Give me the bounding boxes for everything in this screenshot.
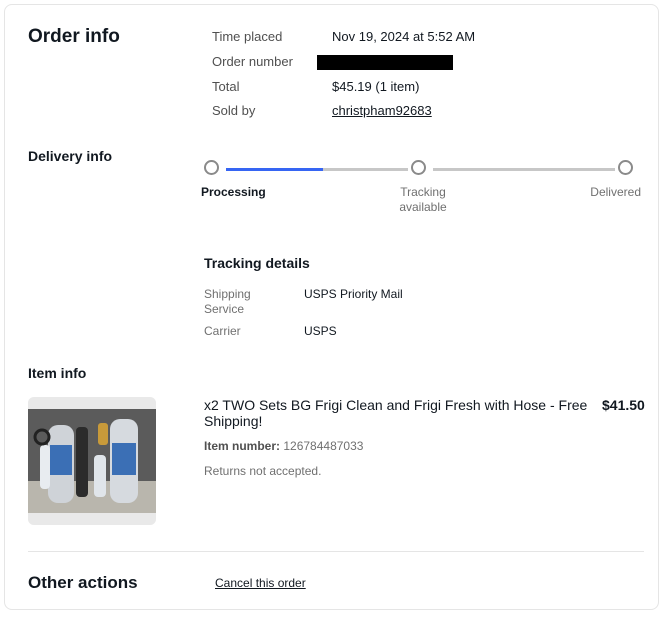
shipping-service-label: Shipping Service	[204, 287, 251, 316]
total-label: Total	[212, 79, 240, 94]
progress-fill	[226, 168, 323, 171]
step-dot-processing	[204, 160, 219, 175]
sold-by-label: Sold by	[212, 103, 256, 118]
cancel-order-link[interactable]: Cancel this order	[215, 576, 306, 590]
order-details-card: Order info Time placed Nov 19, 2024 at 5…	[4, 4, 659, 610]
step-label-tracking: Tracking available	[399, 185, 447, 214]
section-divider	[28, 551, 644, 552]
tracking-details-title: Tracking details	[204, 255, 310, 271]
product-photo	[28, 397, 156, 525]
order-number-redacted	[317, 55, 453, 70]
carrier-value: USPS	[304, 324, 337, 338]
item-thumbnail[interactable]	[28, 397, 156, 525]
delivery-info-heading: Delivery info	[28, 148, 113, 164]
step-label-processing: Processing	[201, 185, 266, 199]
item-number: Item number: 126784487033	[204, 439, 363, 453]
shipping-service-value: USPS Priority Mail	[304, 287, 403, 301]
other-actions-heading: Other actions	[28, 573, 138, 592]
time-placed-label: Time placed	[212, 29, 283, 44]
item-info-heading: Item info	[28, 365, 87, 381]
item-number-value: 126784487033	[283, 439, 364, 453]
time-placed-value: Nov 19, 2024 at 5:52 AM	[332, 29, 476, 44]
item-price: $41.50	[602, 397, 645, 413]
item-title[interactable]: x2 TWO Sets BG Frigi Clean and Frigi Fre…	[204, 397, 589, 429]
order-info-heading: Order info	[28, 26, 120, 47]
total-value: $45.19 (1 item)	[332, 79, 420, 94]
item-number-label: Item number:	[204, 439, 281, 453]
seller-link[interactable]: christpham92683	[332, 103, 432, 118]
step-label-delivered: Delivered	[590, 185, 641, 199]
carrier-label: Carrier	[204, 324, 241, 338]
returns-policy: Returns not accepted.	[204, 464, 322, 478]
step-dot-delivered	[618, 160, 633, 175]
order-number-label: Order number	[212, 54, 293, 69]
step-dot-tracking	[411, 160, 426, 175]
progress-track-2	[433, 168, 615, 171]
